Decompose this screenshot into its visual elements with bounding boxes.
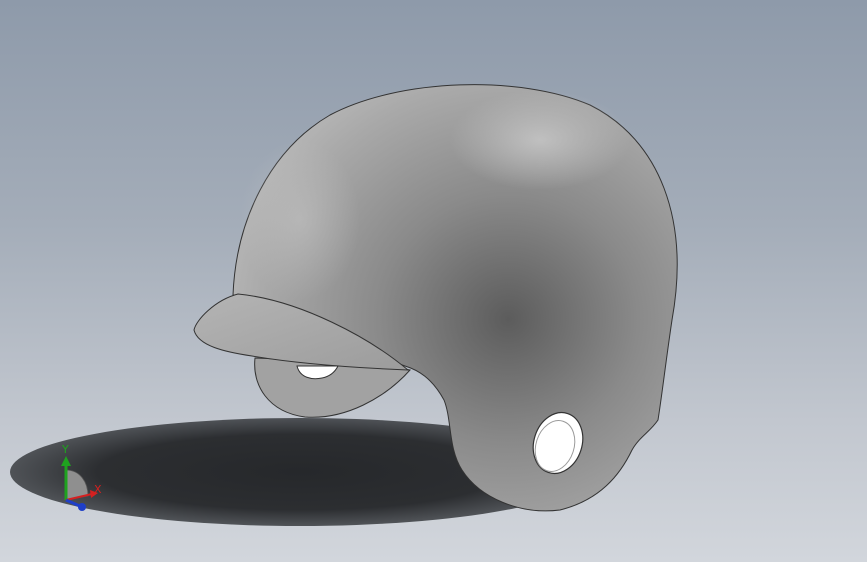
graphics-viewport[interactable]: Y X — [0, 0, 867, 562]
triad-y-label: Y — [61, 443, 69, 456]
triad-x-label: X — [94, 483, 102, 496]
model-scene[interactable]: Y X — [0, 0, 867, 562]
shell-highlight-side — [240, 140, 360, 300]
triad-z-arrow-icon — [78, 503, 86, 511]
shell-highlight — [450, 90, 630, 190]
